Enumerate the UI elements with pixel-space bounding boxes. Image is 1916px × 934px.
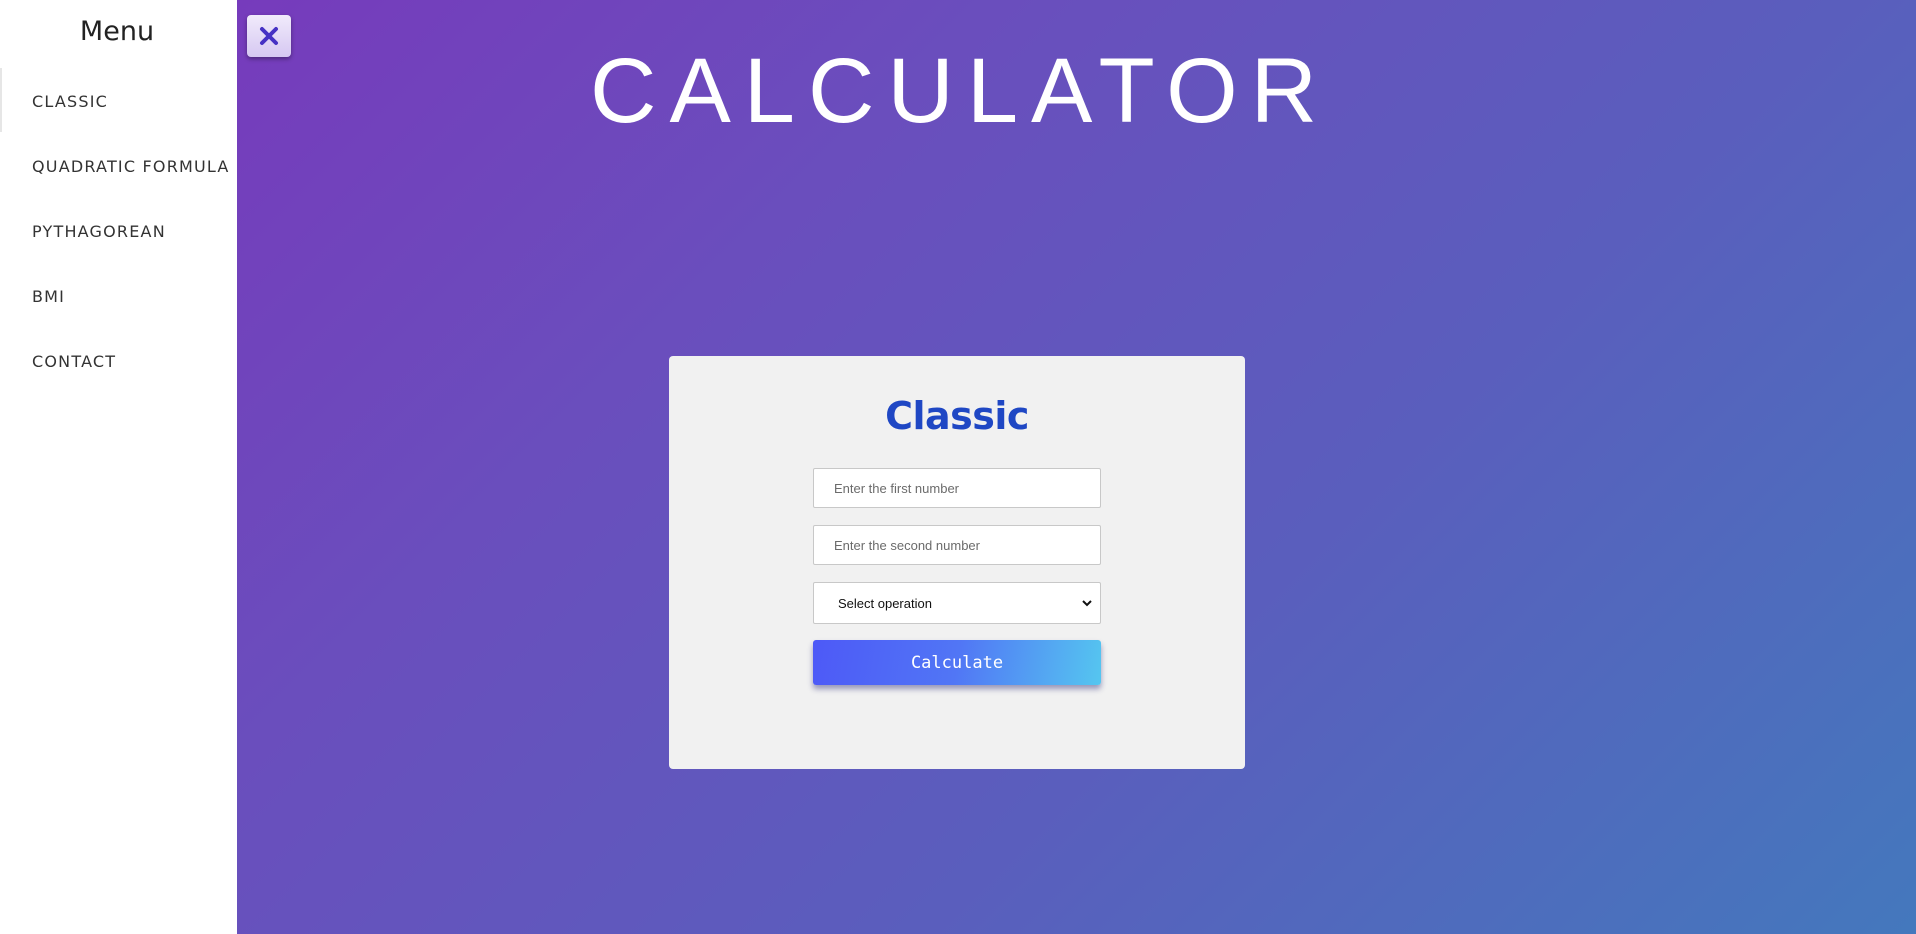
chevron-down-icon bbox=[1082, 600, 1092, 607]
operation-select[interactable]: Select operation bbox=[813, 582, 1101, 624]
sidebar-item-classic[interactable]: CLASSIC bbox=[32, 92, 108, 111]
close-icon bbox=[260, 27, 278, 45]
sidebar-title: Menu bbox=[79, 16, 155, 47]
sidebar: Menu CLASSIC QUADRATIC FORMULA PYTHAGORE… bbox=[0, 0, 237, 934]
operation-select-value: Select operation bbox=[838, 595, 932, 611]
first-number-input[interactable] bbox=[813, 468, 1101, 508]
calculator-card: Classic Select operation Calculate bbox=[669, 356, 1245, 769]
second-number-input[interactable] bbox=[813, 525, 1101, 565]
calculate-button[interactable]: Calculate bbox=[813, 640, 1101, 685]
page-title: CALCULATOR bbox=[590, 40, 1331, 142]
sidebar-item-bmi[interactable]: BMI bbox=[32, 287, 65, 306]
close-menu-button[interactable] bbox=[247, 15, 291, 57]
sidebar-active-indicator bbox=[0, 68, 2, 132]
sidebar-item-contact[interactable]: CONTACT bbox=[32, 352, 116, 371]
sidebar-item-quadratic-formula[interactable]: QUADRATIC FORMULA bbox=[32, 157, 230, 176]
card-title: Classic bbox=[885, 394, 1029, 438]
sidebar-item-pythagorean[interactable]: PYTHAGOREAN bbox=[32, 222, 166, 241]
